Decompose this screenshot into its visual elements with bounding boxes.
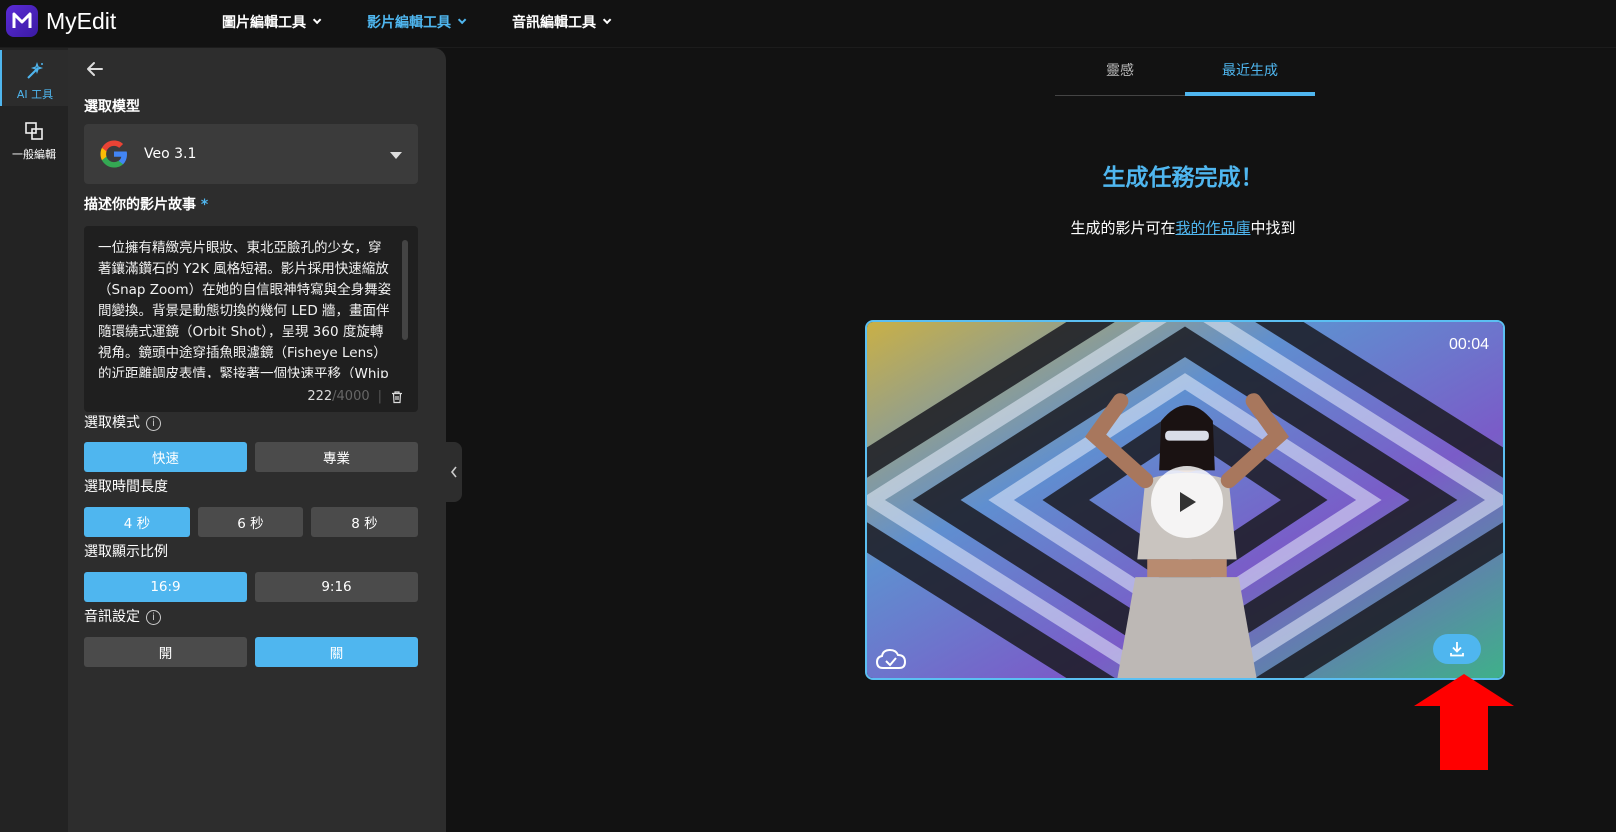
ratio-9-16-button[interactable]: 9:16 <box>255 572 418 602</box>
counter-separator: | <box>377 389 382 404</box>
audio-label: 音訊設定 i <box>84 606 161 626</box>
play-icon <box>1180 492 1196 512</box>
app-logo[interactable]: MyEdit <box>6 5 116 37</box>
char-count: 222 <box>307 389 333 404</box>
nav-audio-tools-label: 音訊編輯工具 <box>512 15 596 31</box>
tab-recent[interactable]: 最近生成 <box>1185 56 1315 96</box>
trash-icon[interactable] <box>390 390 404 404</box>
ratio-16-9-button[interactable]: 16:9 <box>84 572 247 602</box>
audio-on-button[interactable]: 開 <box>84 637 247 667</box>
prompt-scrollbar[interactable] <box>402 240 408 340</box>
model-label: 選取模型 <box>84 99 140 115</box>
tool-rail: AI 工具 一般編輯 <box>0 48 68 832</box>
duration-label: 選取時間長度 <box>84 479 168 495</box>
layers-icon <box>25 122 43 140</box>
chevron-down-icon <box>312 15 322 25</box>
rail-item-ai-tools-label: AI 工具 <box>16 88 54 101</box>
rail-item-ai-tools[interactable]: AI 工具 <box>0 50 68 106</box>
mode-label-text: 選取模式 <box>84 415 140 431</box>
settings-panel: 選取模型 Veo 3.1 描述你的影片故事 * 一位擁有精緻亮片眼妝、東北亞臉孔… <box>68 48 446 832</box>
duration-4s-button[interactable]: 4 秒 <box>84 507 190 537</box>
audio-off-button[interactable]: 關 <box>255 637 418 667</box>
duration-8s-button[interactable]: 8 秒 <box>311 507 418 537</box>
cloud-check-icon[interactable] <box>875 646 907 672</box>
char-counter: 222 /4000 | <box>307 389 404 404</box>
app-name: MyEdit <box>46 7 117 34</box>
duration-6s-button[interactable]: 6 秒 <box>198 507 303 537</box>
completion-title: 生成任務完成！ <box>1102 165 1264 191</box>
completion-text-after: 中找到 <box>1250 219 1296 237</box>
mode-label: 選取模式 i <box>84 412 161 432</box>
collapse-panel-button[interactable] <box>446 442 462 502</box>
tab-inspiration[interactable]: 靈感 <box>1055 56 1185 96</box>
nav-image-tools[interactable]: 圖片編輯工具 <box>222 0 322 44</box>
video-duration: 00:04 <box>1448 336 1489 353</box>
required-mark: * <box>200 197 209 213</box>
info-icon[interactable]: i <box>146 609 161 625</box>
char-max: /4000 <box>332 389 370 404</box>
chevron-down-icon <box>457 15 467 25</box>
video-preview[interactable]: 00:04 <box>865 320 1505 680</box>
nav-video-tools-label: 影片編輯工具 <box>367 15 451 31</box>
info-icon[interactable]: i <box>146 415 161 431</box>
prompt-text[interactable]: 一位擁有精緻亮片眼妝、東北亞臉孔的少女，穿著鑲滿鑽石的 Y2K 風格短裙。影片採… <box>98 238 394 378</box>
prompt-label: 描述你的影片故事 * <box>84 194 208 214</box>
chevron-down-icon <box>602 15 612 25</box>
mode-fast-button[interactable]: 快速 <box>84 442 247 472</box>
google-logo-icon <box>100 140 127 168</box>
myedit-logo-icon <box>6 5 38 37</box>
completion-subtitle: 生成的影片可在我的作品庫中找到 <box>983 217 1383 238</box>
top-bar: MyEdit 圖片編輯工具 影片編輯工具 音訊編輯工具 <box>0 0 1616 48</box>
nav-image-tools-label: 圖片編輯工具 <box>222 15 306 31</box>
result-tabs: 靈感 最近生成 <box>1055 56 1315 96</box>
red-arrow-icon <box>1414 674 1514 770</box>
back-arrow-icon[interactable] <box>84 58 106 80</box>
ratio-label: 選取顯示比例 <box>84 544 168 560</box>
rail-item-general-edit[interactable]: 一般編輯 <box>0 110 68 166</box>
download-button[interactable] <box>1433 634 1481 664</box>
model-select[interactable]: Veo 3.1 <box>84 124 418 184</box>
prompt-textarea[interactable]: 一位擁有精緻亮片眼妝、東北亞臉孔的少女，穿著鑲滿鑽石的 Y2K 風格短裙。影片採… <box>84 226 418 412</box>
caret-down-icon <box>390 152 402 159</box>
library-link[interactable]: 我的作品庫 <box>1175 219 1250 237</box>
rail-item-general-edit-label: 一般編輯 <box>12 148 56 161</box>
nav-audio-tools[interactable]: 音訊編輯工具 <box>512 0 612 44</box>
play-button[interactable] <box>1151 466 1223 538</box>
chevron-left-icon <box>450 466 457 478</box>
prompt-label-text: 描述你的影片故事 <box>84 197 196 213</box>
audio-label-text: 音訊設定 <box>84 609 140 625</box>
mode-pro-button[interactable]: 專業 <box>255 442 418 472</box>
magic-wand-icon <box>27 61 44 79</box>
nav-video-tools[interactable]: 影片編輯工具 <box>367 0 467 44</box>
download-icon <box>1450 642 1464 657</box>
model-name: Veo 3.1 <box>144 146 197 162</box>
completion-text-before: 生成的影片可在 <box>1070 219 1176 237</box>
